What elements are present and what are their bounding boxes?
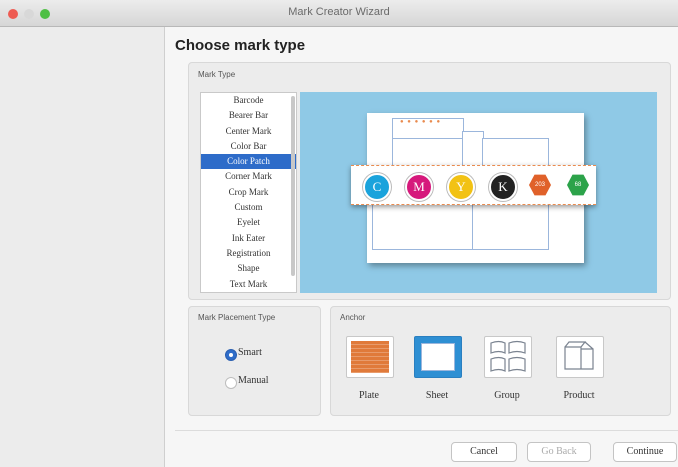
mark-type-item[interactable]: Custom [201,200,296,215]
sidebar [0,27,165,467]
spot-color-patch: 203 [529,174,551,196]
mark-type-item[interactable]: Center Mark [201,124,296,139]
dieline-lower-right [472,203,549,250]
cancel-button[interactable]: Cancel [451,442,517,462]
window-title: Mark Creator Wizard [288,6,390,18]
anchor-sheet-label: Sheet [425,390,449,401]
anchor-product-label: Product [563,390,595,401]
product-icon [564,341,594,370]
mark-type-item[interactable]: Crop Mark [201,185,296,200]
list-scrollbar[interactable] [291,96,295,276]
color-patch-chip: M [405,173,433,201]
anchor-group-label: Group [494,390,520,401]
mark-type-item[interactable]: Color Patch [201,154,296,170]
mark-type-item[interactable]: Barcode [201,93,296,108]
mark-type-item[interactable]: Text Mark [201,277,296,292]
anchor-label: Anchor [340,313,366,322]
mark-type-item[interactable]: Eyelet [201,215,296,230]
anchor-plate-button[interactable] [346,336,394,378]
mark-type-item[interactable]: Corner Mark [201,169,296,184]
anchor-plate-label: Plate [359,390,379,401]
spot-color-patch: 68 [567,174,589,196]
anchor-product-button[interactable] [556,336,604,378]
mini-color-bar: ● ● ● ● ● ● [400,119,442,125]
smart-radio[interactable] [225,349,237,361]
go-back-button[interactable]: Go Back [527,442,591,462]
sheet-icon [421,343,455,371]
mark-type-item[interactable]: Shape [201,261,296,276]
page-title: Choose mark type [175,37,306,54]
mark-type-item[interactable]: Ink Eater [201,231,296,246]
radio-dot-icon [229,353,233,357]
placement-group [188,306,321,416]
group-icon [490,340,526,372]
title-bar: Mark Creator Wizard [0,0,678,27]
color-patch-chip: Y [447,173,475,201]
color-patch-chip: K [489,173,517,201]
manual-radio-label: Manual [238,375,269,386]
footer-divider [175,430,678,431]
anchor-sheet-button[interactable] [414,336,462,378]
dieline-lower-left [372,203,474,250]
mark-type-item[interactable]: Color Bar [201,139,296,154]
color-patch-strip: C M Y K 203 68 [351,165,596,205]
manual-radio[interactable] [225,377,237,389]
continue-button[interactable]: Continue [613,442,677,462]
color-patch-chip: C [363,173,391,201]
mark-type-item[interactable]: Registration [201,246,296,261]
smart-radio-label: Smart [238,347,262,358]
plate-icon [351,341,389,373]
placement-label: Mark Placement Type [198,313,276,322]
mark-type-label: Mark Type [198,70,236,79]
mark-type-list[interactable]: Barcode Bearer Bar Center Mark Color Bar Col… [200,92,297,293]
mark-type-item[interactable]: Bearer Bar [201,108,296,123]
anchor-group-button[interactable] [484,336,532,378]
